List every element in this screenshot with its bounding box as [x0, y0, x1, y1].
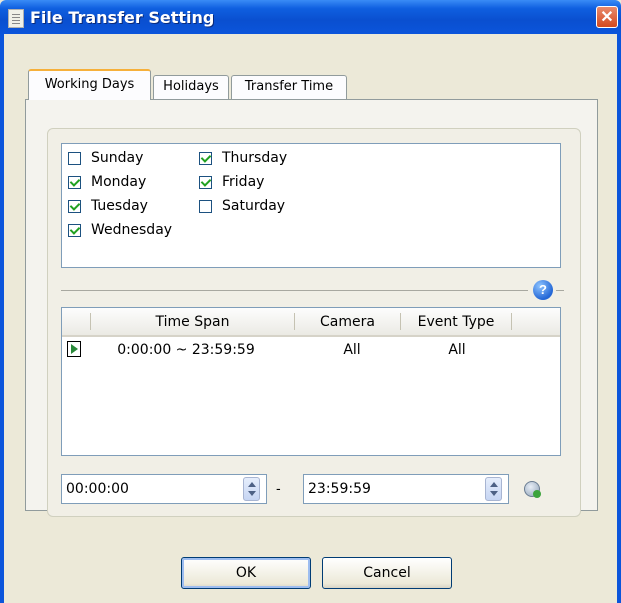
divider [61, 290, 528, 291]
close-button[interactable]: ✕ [596, 6, 618, 28]
checkbox-label-friday: Friday [222, 174, 265, 190]
working-days-list: Sunday Monday Tuesday Wednesday Thursday… [61, 143, 561, 268]
divider-end [556, 290, 564, 291]
document-icon [8, 9, 24, 28]
checkbox-wednesday[interactable] [68, 224, 81, 237]
end-time-spinner-button[interactable] [485, 477, 502, 501]
time-separator: - [276, 480, 281, 496]
start-time-spinner-button[interactable] [243, 477, 260, 501]
column-divider [511, 313, 512, 330]
row-selector-arrow-icon [67, 341, 81, 357]
tab-working-days[interactable]: Working Days [28, 69, 151, 100]
checkbox-label-tuesday: Tuesday [91, 198, 148, 214]
cell-event-type: All [448, 342, 466, 358]
end-time-value: 23:59:59 [308, 481, 371, 497]
end-time-input[interactable]: 23:59:59 [303, 474, 509, 504]
cancel-button[interactable]: Cancel [322, 557, 452, 589]
start-time-value: 00:00:00 [66, 481, 129, 497]
checkbox-label-wednesday: Wednesday [91, 222, 173, 238]
cell-time-span: 0:00:00 ~ 23:59:59 [117, 342, 255, 358]
add-schedule-icon[interactable] [524, 481, 541, 498]
help-icon[interactable]: ? [533, 280, 553, 300]
grid-header: Time Span Camera Event Type [62, 308, 560, 337]
start-time-input[interactable]: 00:00:00 [61, 474, 267, 504]
checkbox-tuesday[interactable] [68, 200, 81, 213]
checkbox-label-monday: Monday [91, 174, 147, 190]
tab-holidays[interactable]: Holidays [153, 75, 229, 99]
checkbox-friday[interactable] [199, 176, 212, 189]
checkbox-label-thursday: Thursday [222, 150, 288, 166]
checkbox-thursday[interactable] [199, 152, 212, 165]
checkbox-saturday[interactable] [199, 200, 212, 213]
window-frame-right [617, 34, 621, 603]
ok-button[interactable]: OK [181, 557, 311, 589]
cell-camera: All [343, 342, 361, 358]
checkbox-monday[interactable] [68, 176, 81, 189]
title-bar: File Transfer Setting ✕ [0, 0, 621, 34]
checkbox-label-saturday: Saturday [222, 198, 286, 214]
window-frame-left [0, 34, 4, 603]
schedule-grid: Time Span Camera Event Type 0:00:00 ~ 23… [61, 307, 561, 456]
column-header-time-span[interactable]: Time Span [91, 314, 294, 330]
window-title: File Transfer Setting [30, 8, 215, 27]
column-header-camera[interactable]: Camera [295, 314, 400, 330]
file-transfer-setting-dialog: File Transfer Setting ✕ Working Days Hol… [0, 0, 621, 603]
tab-transfer-time[interactable]: Transfer Time [231, 75, 347, 99]
checkbox-label-sunday: Sunday [91, 150, 144, 166]
checkbox-sunday[interactable] [68, 152, 81, 165]
column-header-event-type[interactable]: Event Type [401, 314, 511, 330]
